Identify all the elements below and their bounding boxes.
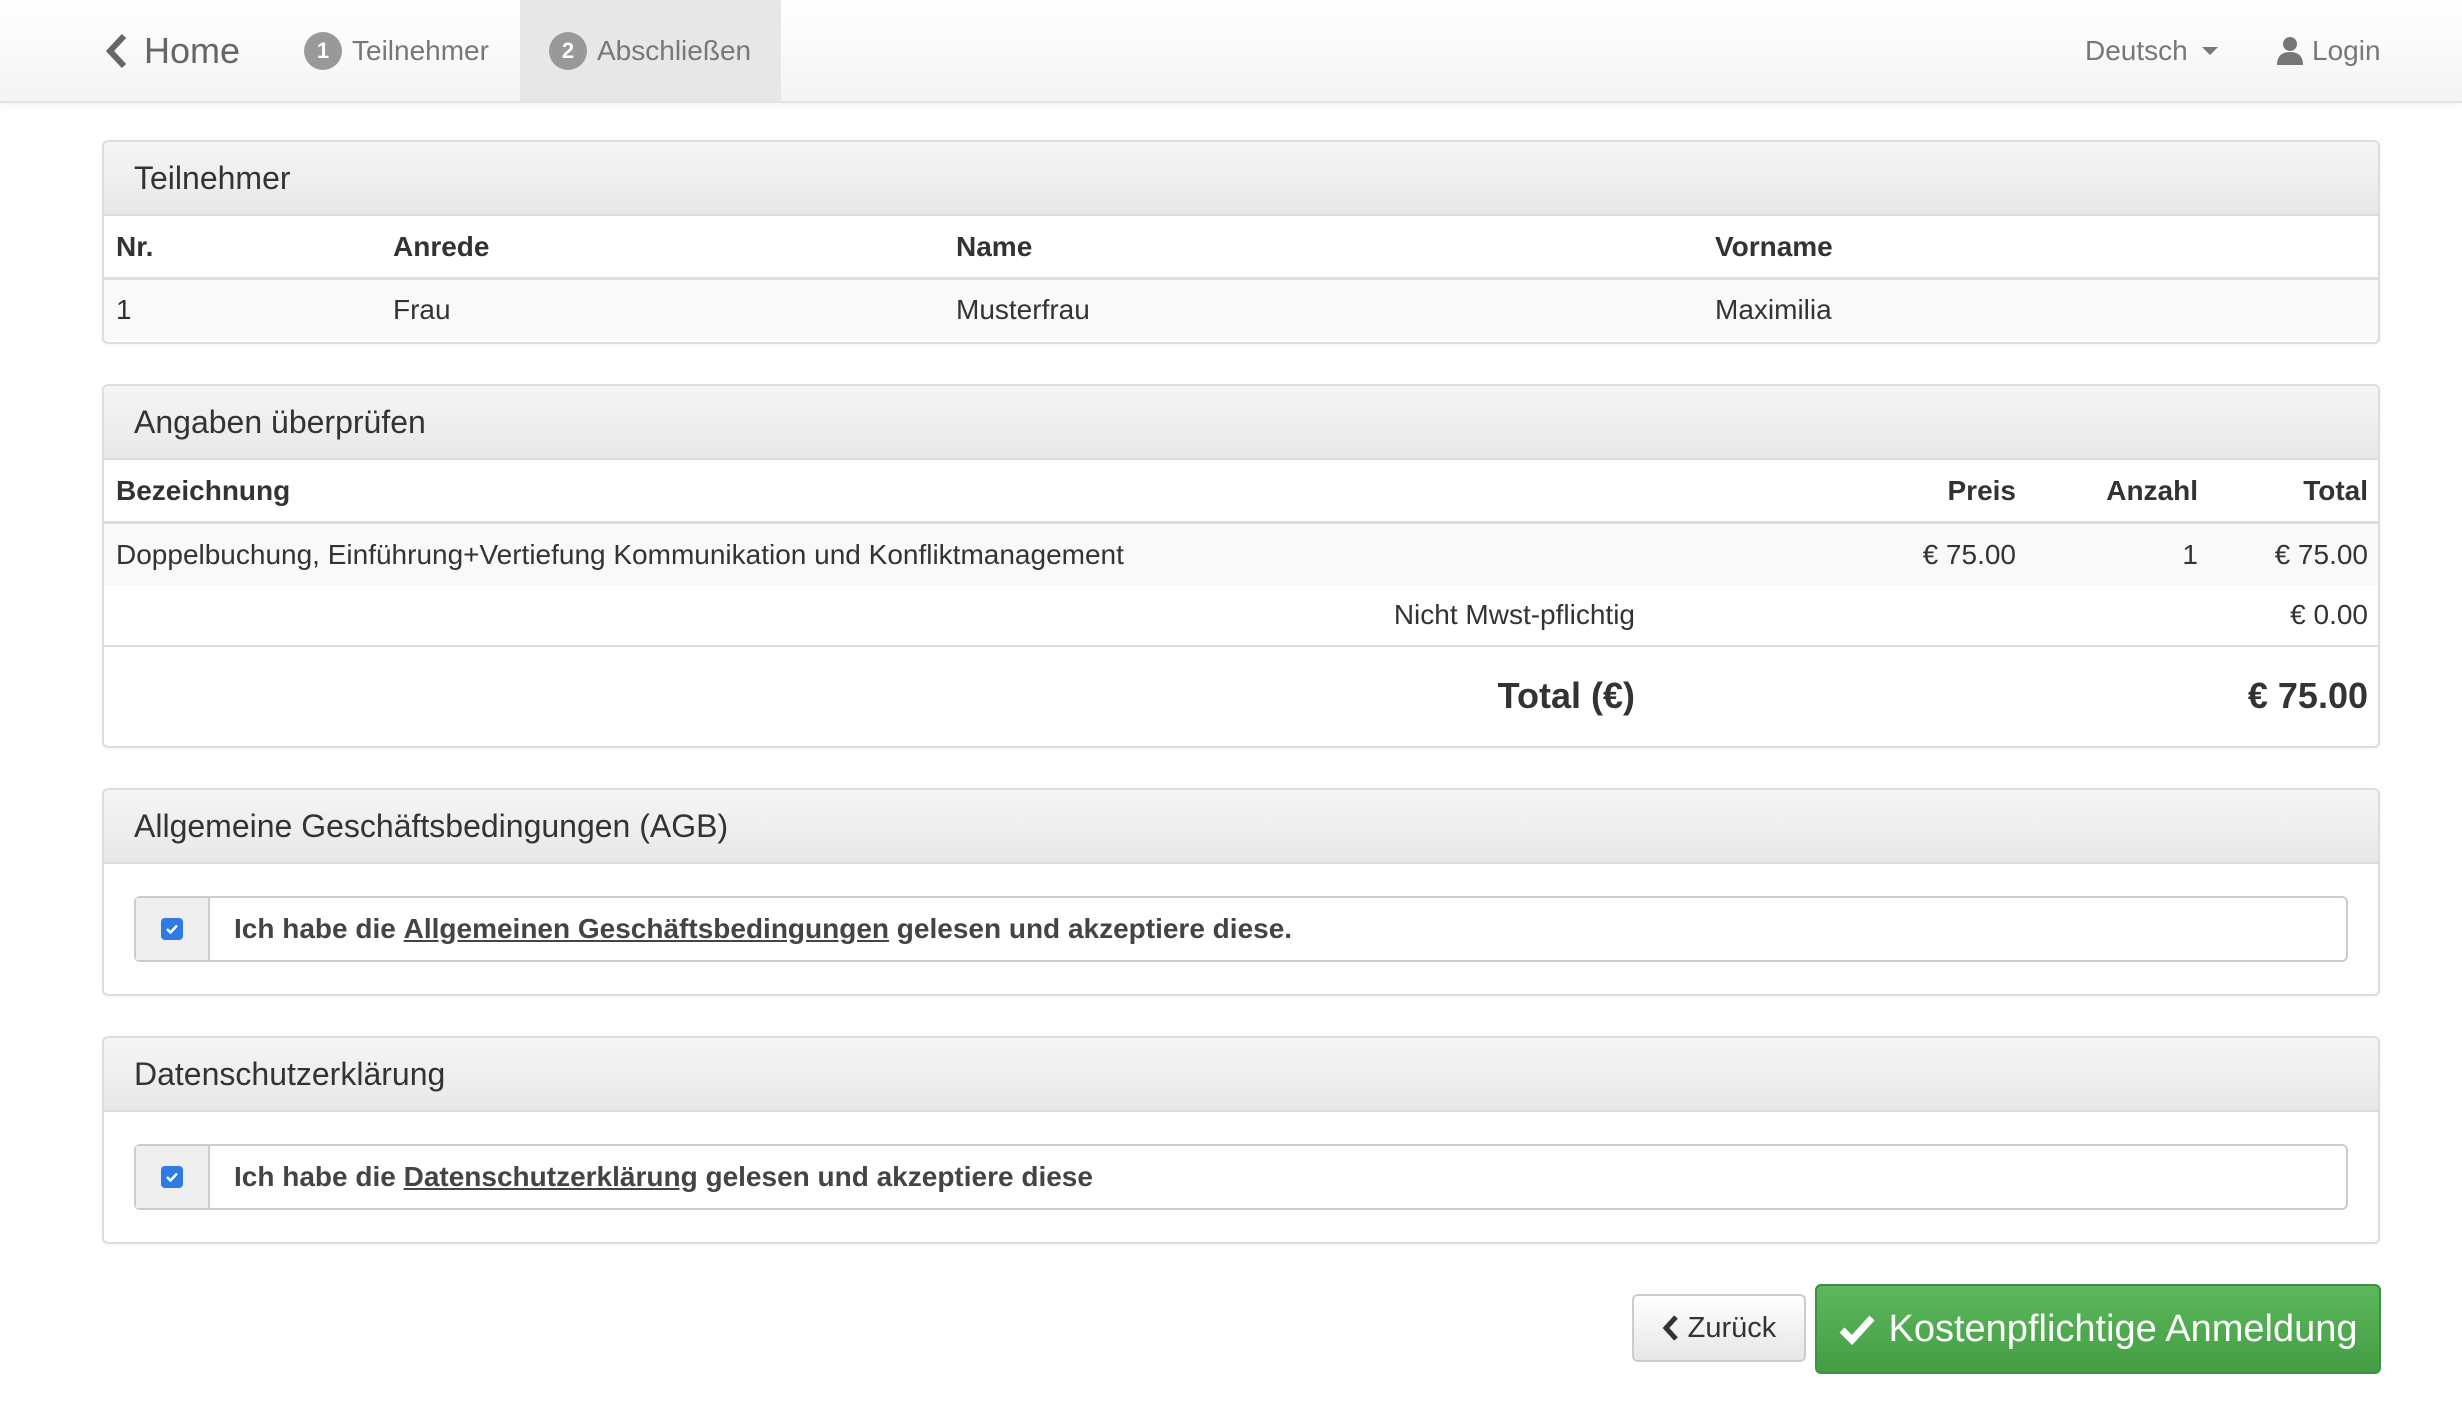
submit-registration-button[interactable]: Kostenpflichtige Anmeldung (1815, 1284, 2381, 1374)
back-button-label: Zurück (1687, 1311, 1777, 1344)
panel-title: Datenschutzerklärung (104, 1038, 2378, 1112)
consent-text-after: gelesen und akzeptiere diese. (889, 913, 1293, 944)
agb-checkbox[interactable] (161, 918, 183, 940)
language-dropdown[interactable]: Deutsch (2085, 0, 2218, 101)
privacy-checkbox[interactable] (161, 1166, 183, 1188)
nav-home-link[interactable]: Home (104, 0, 240, 101)
back-button[interactable]: Zurück (1632, 1294, 1806, 1362)
participants-panel: Teilnehmer Nr. Anrede Name Vorname 1 Fra… (102, 140, 2380, 344)
user-icon (2277, 36, 2303, 65)
panel-title: Teilnehmer (104, 142, 2378, 216)
cell-anrede: Frau (393, 294, 451, 325)
check-icon (166, 924, 178, 935)
nav-step-teilnehmer[interactable]: 1 Teilnehmer (286, 0, 509, 101)
login-label: Login (2312, 34, 2381, 66)
checkbox-addon (136, 898, 210, 960)
consent-text-before: Ich habe die (234, 1161, 404, 1192)
login-link[interactable]: Login (2276, 0, 2381, 101)
privacy-consent-text: Ich habe die Datenschutzerklärung gelese… (210, 1146, 1093, 1208)
cell-vorname: Maximilia (1715, 294, 1832, 325)
cell-preis: € 75.00 (1922, 538, 2016, 570)
vat-row: Nicht Mwst-pflichtig € 0.00 (104, 585, 2378, 647)
cell-anzahl: 1 (2182, 538, 2198, 570)
panel-title: Allgemeine Geschäftsbedingungen (AGB) (104, 790, 2378, 864)
participants-table: Nr. Anrede Name Vorname 1 Frau Musterfra… (104, 216, 2378, 340)
vat-value: € 0.00 (2290, 599, 2368, 630)
grand-total-row: Total (€) € 75.00 (104, 647, 2378, 744)
agb-checkbox-group: Ich habe die Allgemeinen Geschäftsbeding… (134, 896, 2348, 962)
cell-nr: 1 (116, 294, 132, 325)
check-icon (166, 1172, 178, 1183)
submit-button-label: Kostenpflichtige Anmeldung (1888, 1307, 2358, 1350)
step-number-badge: 1 (304, 31, 342, 70)
table-row: 1 Frau Musterfrau Maximilia (104, 280, 2378, 340)
privacy-link[interactable]: Datenschutzerklärung (404, 1161, 698, 1193)
grand-total-value: € 75.00 (2247, 674, 2368, 716)
agb-consent-text: Ich habe die Allgemeinen Geschäftsbeding… (210, 898, 1292, 960)
cell-name: Musterfrau (956, 294, 1090, 325)
review-panel: Angaben überprüfen Bezeichnung Preis Anz… (102, 384, 2380, 748)
cell-bezeichnung: Doppelbuchung, Einführung+Vertiefung Kom… (116, 538, 1124, 570)
panel-title: Angaben überprüfen (104, 386, 2378, 460)
language-label: Deutsch (2085, 34, 2188, 66)
privacy-panel: Datenschutzerklärung Ich habe die Datens… (102, 1036, 2380, 1244)
cell-total: € 75.00 (2274, 538, 2368, 570)
chevron-left-icon (105, 33, 127, 68)
checkbox-addon (136, 1146, 210, 1208)
header-anrede: Anrede (393, 230, 490, 262)
agb-panel: Allgemeine Geschäftsbedingungen (AGB) Ic… (102, 788, 2380, 996)
table-header-row: Nr. Anrede Name Vorname (104, 216, 2378, 280)
grand-total-label: Total (€) (1497, 674, 1635, 716)
nav-home-label: Home (144, 29, 241, 71)
header-name: Name (956, 230, 1033, 262)
header-bezeichnung: Bezeichnung (116, 474, 291, 506)
header-vorname: Vorname (1715, 230, 1833, 262)
table-header-row: Bezeichnung Preis Anzahl Total (104, 460, 2378, 524)
table-row: Doppelbuchung, Einführung+Vertiefung Kom… (104, 524, 2378, 585)
header-anzahl: Anzahl (2106, 474, 2198, 506)
agb-link[interactable]: Allgemeinen Geschäftsbedingungen (404, 913, 889, 945)
review-table: Bezeichnung Preis Anzahl Total Doppelbuc… (104, 460, 2378, 744)
caret-down-icon (2201, 46, 2218, 55)
header-preis: Preis (1947, 474, 2017, 506)
header-total: Total (2303, 474, 2368, 506)
nav-step-label: Teilnehmer (352, 34, 489, 66)
privacy-checkbox-group: Ich habe die Datenschutzerklärung gelese… (134, 1144, 2348, 1210)
nav-step-abschliessen[interactable]: 2 Abschließen (520, 0, 781, 101)
consent-text-before: Ich habe die (234, 913, 404, 944)
navbar: Home 1 Teilnehmer 2 Abschließen Deutsch … (0, 0, 2462, 103)
nav-step-label: Abschließen (597, 34, 752, 66)
header-nr: Nr. (116, 230, 154, 262)
chevron-left-icon (1662, 1315, 1678, 1341)
vat-label: Nicht Mwst-pflichtig (1393, 599, 1635, 630)
step-number-badge: 2 (549, 31, 587, 70)
checkmark-icon (1839, 1315, 1875, 1345)
consent-text-after: gelesen und akzeptiere diese (697, 1161, 1093, 1192)
